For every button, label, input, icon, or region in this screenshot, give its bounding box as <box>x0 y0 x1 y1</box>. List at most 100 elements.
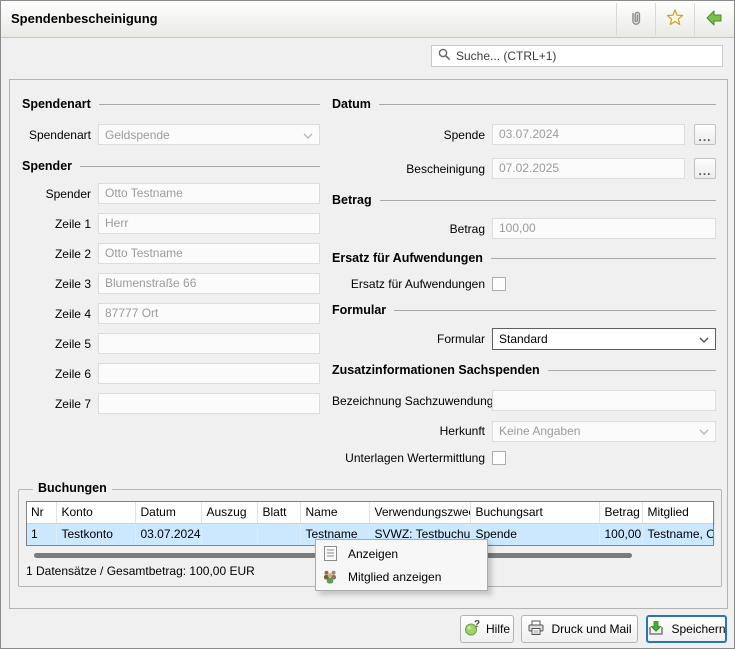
zeile4-label: Zeile 4 <box>22 307 98 321</box>
zeile2-label: Zeile 2 <box>22 247 98 261</box>
zeile3-label: Zeile 3 <box>22 277 98 291</box>
unterlagen-checkbox-label: Unterlagen Wertermittlung <box>332 451 492 465</box>
spendenart-value: Geldspende <box>105 128 303 142</box>
spendenart-select[interactable]: Geldspende <box>98 124 320 145</box>
titlebar: Spendenbescheinigung <box>1 1 734 38</box>
col-konto[interactable]: Konto <box>56 501 135 523</box>
section-spendenart-title: Spendenart <box>22 97 91 111</box>
spender-field[interactable]: Otto Testname <box>98 183 320 204</box>
favorite-button[interactable] <box>655 3 694 36</box>
herkunft-label: Herkunft <box>332 424 492 438</box>
field-row-herkunft: Herkunft Keine Angaben <box>332 420 716 442</box>
field-row-zeile5: Zeile 5 <box>22 333 320 354</box>
help-button-label: Hilfe <box>486 622 510 636</box>
spende-datum-label: Spende <box>332 128 492 142</box>
field-row-zeile2: Zeile 2 Otto Testname <box>22 243 320 264</box>
printer-icon <box>527 620 545 639</box>
zeile7-field[interactable] <box>98 393 320 414</box>
menu-item-anzeigen[interactable]: Anzeigen <box>316 542 487 565</box>
menu-item-label: Anzeigen <box>348 547 398 561</box>
svg-text:?: ? <box>474 619 480 630</box>
col-buchungsart[interactable]: Buchungsart <box>470 501 599 523</box>
zeile2-field[interactable]: Otto Testname <box>98 243 320 264</box>
field-row-bescheinigung-datum: Bescheinigung 07.02.2025 ... <box>332 158 716 179</box>
section-spender: Spender <box>22 158 320 173</box>
field-row-bezeichnung: Bezeichnung Sachzuwendung <box>332 390 716 411</box>
field-row-zeile1: Zeile 1 Herr <box>22 213 320 234</box>
spende-datum-field[interactable]: 03.07.2024 <box>492 124 685 145</box>
paperclip-icon <box>627 9 645 30</box>
cell-mitglied: Testname, Otto <box>642 523 714 545</box>
spendenart-label: Spendenart <box>22 128 98 142</box>
col-blatt[interactable]: Blatt <box>257 501 300 523</box>
window-title: Spendenbescheinigung <box>11 1 158 37</box>
field-row-spendenart: Spendenart Geldspende <box>22 124 320 145</box>
search-placeholder: Suche... (CTRL+1) <box>456 49 556 63</box>
zeile6-field[interactable] <box>98 363 320 384</box>
col-betrag[interactable]: Betrag <box>599 501 642 523</box>
zeile6-label: Zeile 6 <box>22 367 98 381</box>
section-betrag: Betrag <box>332 192 716 207</box>
col-auszug[interactable]: Auszug <box>201 501 257 523</box>
print-and-mail-button[interactable]: Druck und Mail <box>521 615 638 643</box>
attachment-button[interactable] <box>616 3 655 36</box>
ersatz-checkbox-label: Ersatz für Aufwendungen <box>332 277 492 291</box>
chevron-down-icon <box>699 424 709 438</box>
bezeichnung-field[interactable] <box>492 390 716 411</box>
document-icon <box>321 545 339 562</box>
search-input[interactable]: Suche... (CTRL+1) <box>431 45 723 67</box>
col-datum[interactable]: Datum <box>135 501 201 523</box>
cell-auszug <box>201 523 257 545</box>
zeile1-field[interactable]: Herr <box>98 213 320 234</box>
col-mitglied[interactable]: Mitglied <box>642 501 714 523</box>
zeile5-field[interactable] <box>98 333 320 354</box>
back-button[interactable] <box>694 3 733 36</box>
section-sachspenden-title: Zusatzinformationen Sachspenden <box>332 363 540 377</box>
cell-betrag: 100,00 <box>599 523 642 545</box>
menu-item-mitglied-anzeigen[interactable]: Mitglied anzeigen <box>316 565 487 588</box>
zeile4-field[interactable]: 87777 Ort <box>98 303 320 324</box>
betrag-field[interactable]: 100,00 <box>492 218 716 239</box>
zeile1-label: Zeile 1 <box>22 217 98 231</box>
ersatz-checkbox[interactable] <box>492 277 506 291</box>
col-name[interactable]: Name <box>300 501 369 523</box>
field-row-unterlagen: Unterlagen Wertermittlung <box>332 450 716 466</box>
betrag-label: Betrag <box>332 222 492 236</box>
cell-konto: Testkonto <box>56 523 135 545</box>
formular-select[interactable]: Standard <box>492 328 716 350</box>
members-icon <box>321 569 339 585</box>
bescheinigung-datum-label: Bescheinigung <box>332 162 492 176</box>
table-header-row: Nr Konto Datum Auszug Blatt Name Verwend… <box>26 501 714 523</box>
search-icon <box>438 48 451 64</box>
field-row-betrag: Betrag 100,00 <box>332 218 716 239</box>
chevron-down-icon <box>699 332 709 346</box>
star-icon <box>666 9 684 30</box>
cell-buchungsart: Spende <box>470 523 599 545</box>
field-row-formular: Formular Standard <box>332 328 716 350</box>
col-verwendungszweck[interactable]: Verwendungszweck <box>369 501 470 523</box>
zeile7-label: Zeile 7 <box>22 397 98 411</box>
save-icon <box>647 619 665 640</box>
bescheinigung-datum-field[interactable]: 07.02.2025 <box>492 158 685 179</box>
field-row-zeile4: Zeile 4 87777 Ort <box>22 303 320 324</box>
help-button[interactable]: ? Hilfe <box>460 615 514 643</box>
bescheinigung-datum-picker-button[interactable]: ... <box>694 158 716 179</box>
spender-label: Spender <box>22 187 98 201</box>
field-row-spende-datum: Spende 03.07.2024 ... <box>332 124 716 145</box>
unterlagen-checkbox[interactable] <box>492 451 506 465</box>
field-row-zeile7: Zeile 7 <box>22 393 320 414</box>
context-menu: Anzeigen Mitglied anzeigen <box>315 539 488 591</box>
col-nr[interactable]: Nr <box>26 501 56 523</box>
save-button[interactable]: Speichern <box>646 615 727 643</box>
zeile3-field[interactable]: Blumenstraße 66 <box>98 273 320 294</box>
herkunft-value: Keine Angaben <box>499 424 699 438</box>
save-button-label: Speichern <box>671 622 725 636</box>
buchungen-title: Buchungen <box>33 481 112 495</box>
spende-datum-picker-button[interactable]: ... <box>694 124 716 145</box>
section-sachspenden: Zusatzinformationen Sachspenden <box>332 362 716 377</box>
main-form-panel: Spendenart Spendenart Geldspende Spender… <box>9 79 728 609</box>
green-arrow-left-icon <box>705 9 723 30</box>
field-row-spender: Spender Otto Testname <box>22 183 320 204</box>
section-spender-title: Spender <box>22 159 72 173</box>
herkunft-select[interactable]: Keine Angaben <box>492 421 716 442</box>
